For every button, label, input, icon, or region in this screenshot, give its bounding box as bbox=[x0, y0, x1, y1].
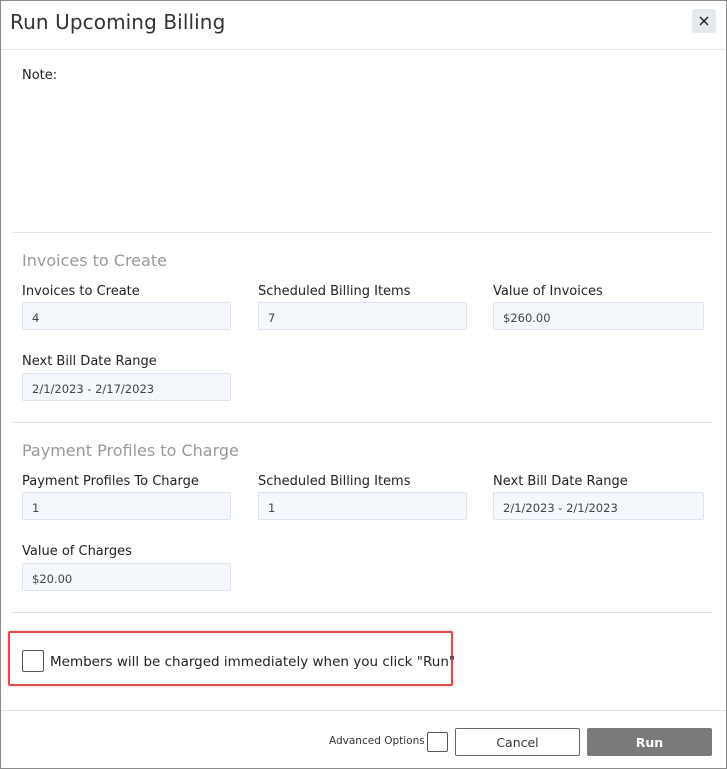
advanced-options-label: Advanced Options bbox=[329, 735, 425, 747]
header-divider bbox=[1, 49, 726, 50]
confirm-charge-checkbox[interactable] bbox=[22, 650, 44, 672]
payment-scheduled-billing-items-field[interactable]: 1 bbox=[258, 492, 467, 520]
close-button[interactable] bbox=[692, 9, 716, 33]
dialog-title: Run Upcoming Billing bbox=[10, 10, 226, 34]
payment-next-bill-date-range-label: Next Bill Date Range bbox=[493, 474, 628, 489]
value-of-invoices-label: Value of Invoices bbox=[493, 284, 603, 299]
invoice-scheduled-billing-items-field[interactable]: 7 bbox=[258, 302, 467, 330]
footer-divider bbox=[1, 710, 726, 711]
invoice-next-bill-date-range-label: Next Bill Date Range bbox=[22, 354, 157, 369]
section-divider bbox=[13, 422, 712, 423]
confirm-charge-text: Members will be charged immediately when… bbox=[50, 654, 456, 670]
invoices-to-create-label: Invoices to Create bbox=[22, 284, 140, 299]
value-of-invoices-field[interactable]: $260.00 bbox=[493, 302, 704, 330]
payment-scheduled-billing-items-label: Scheduled Billing Items bbox=[258, 474, 411, 489]
run-button[interactable]: Run bbox=[587, 728, 712, 756]
close-icon bbox=[699, 16, 709, 26]
payments-section-title: Payment Profiles to Charge bbox=[22, 441, 239, 460]
invoice-scheduled-billing-items-label: Scheduled Billing Items bbox=[258, 284, 411, 299]
section-divider bbox=[13, 232, 712, 233]
invoices-to-create-field[interactable]: 4 bbox=[22, 302, 231, 330]
invoice-next-bill-date-range-field[interactable]: 2/1/2023 - 2/17/2023 bbox=[22, 373, 231, 401]
value-of-charges-field[interactable]: $20.00 bbox=[22, 563, 231, 591]
payment-profiles-to-charge-field[interactable]: 1 bbox=[22, 492, 231, 520]
invoices-section-title: Invoices to Create bbox=[22, 251, 167, 270]
cancel-button[interactable]: Cancel bbox=[455, 728, 580, 756]
section-divider bbox=[13, 612, 712, 613]
value-of-charges-label: Value of Charges bbox=[22, 544, 132, 559]
note-label: Note: bbox=[22, 68, 58, 83]
payment-next-bill-date-range-field[interactable]: 2/1/2023 - 2/1/2023 bbox=[493, 492, 704, 520]
advanced-options-checkbox[interactable] bbox=[427, 732, 448, 752]
run-upcoming-billing-dialog: Run Upcoming Billing Note: Invoices to C… bbox=[0, 0, 727, 769]
payment-profiles-to-charge-label: Payment Profiles To Charge bbox=[22, 474, 199, 489]
